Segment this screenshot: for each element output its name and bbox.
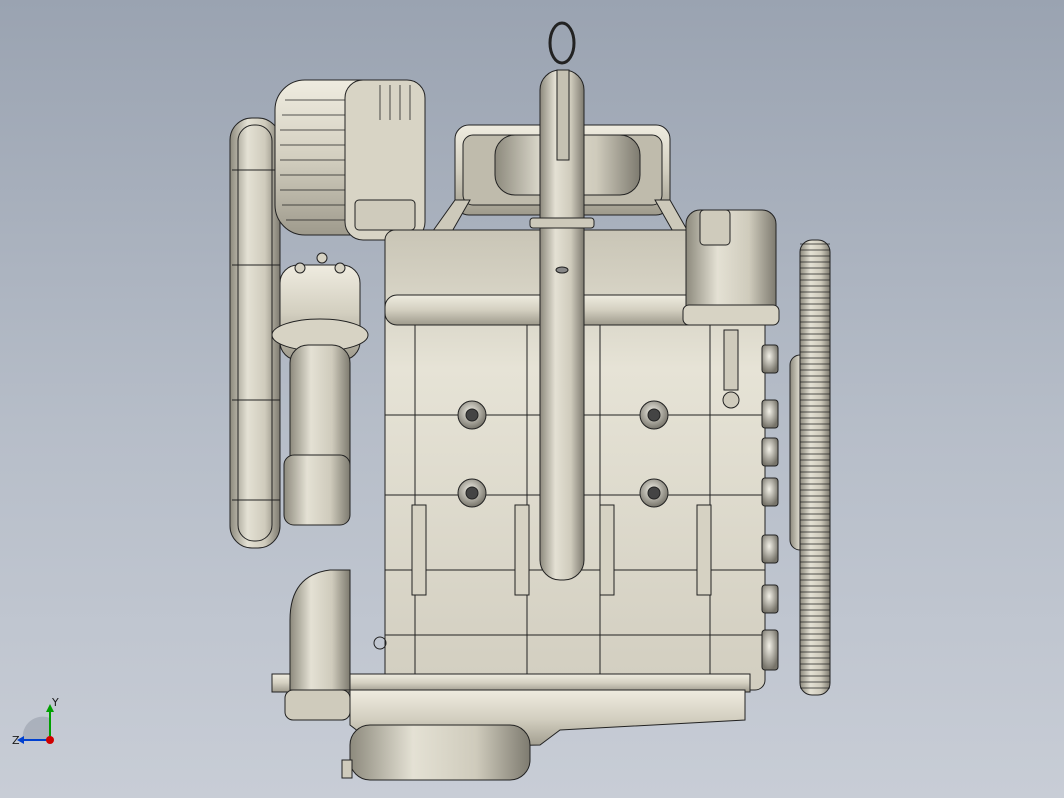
z-axis-label: Z — [12, 734, 20, 747]
y-axis-label: Y — [51, 698, 59, 709]
cad-viewport[interactable] — [0, 0, 1064, 798]
distributor[interactable] — [271, 252, 369, 526]
orientation-triad: Y Z — [12, 698, 59, 747]
triad-axes: Y Z — [12, 698, 59, 747]
alternator[interactable] — [274, 79, 426, 241]
flywheel[interactable] — [789, 239, 831, 696]
dipstick[interactable] — [529, 21, 595, 581]
x-axis-dot — [46, 736, 54, 744]
